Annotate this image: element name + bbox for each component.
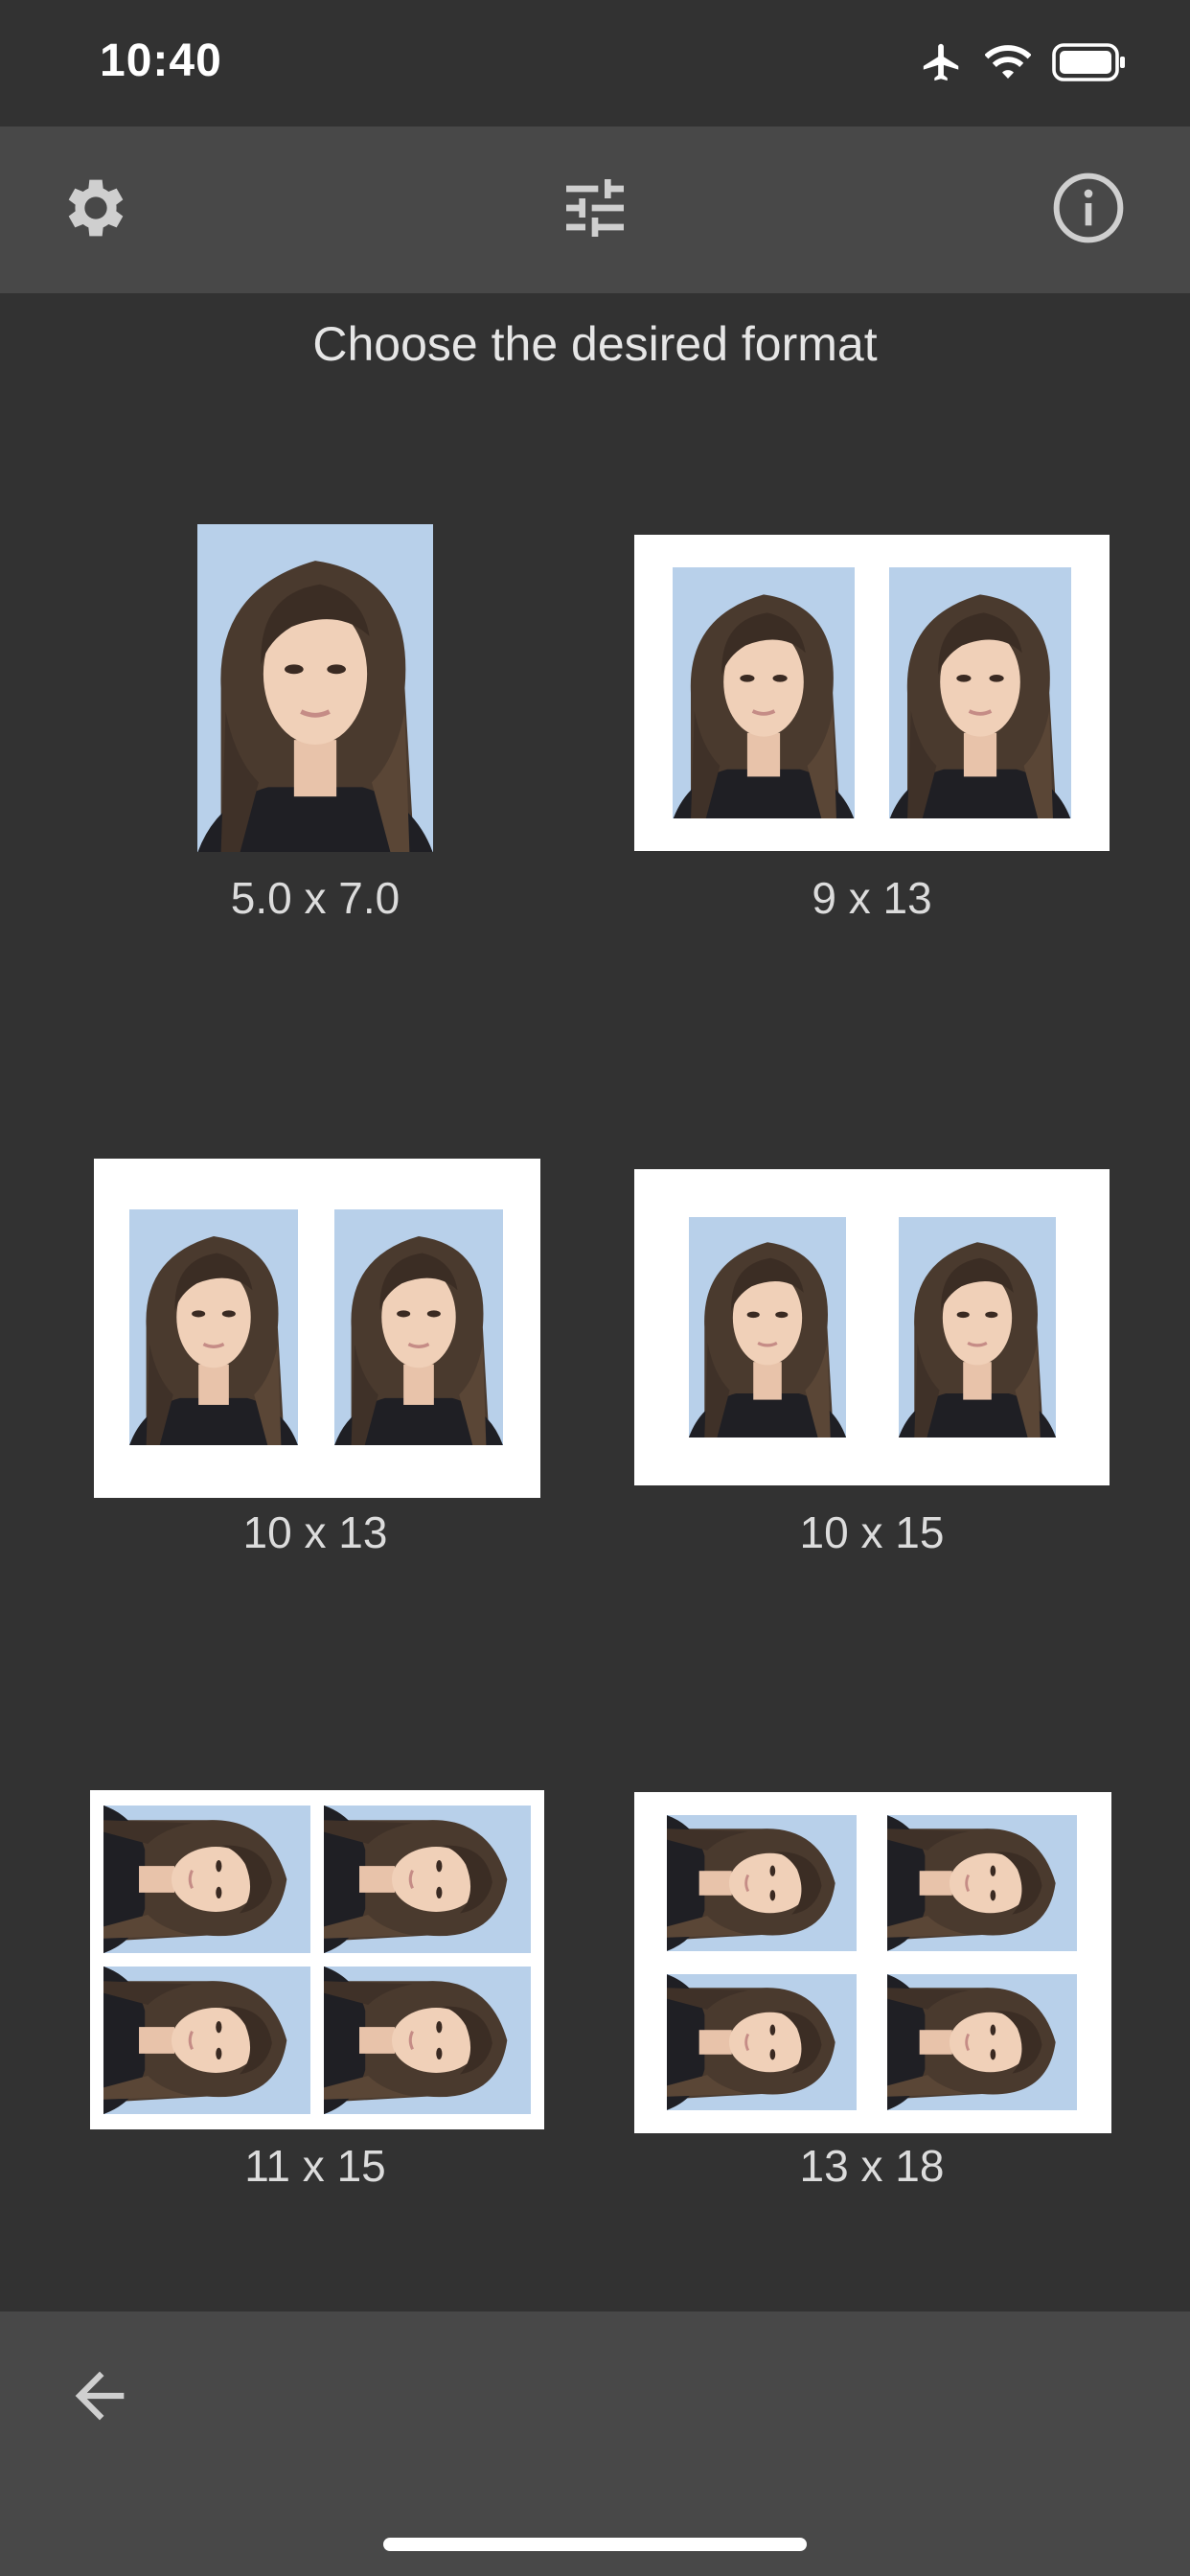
status-time: 10:40 <box>100 35 222 86</box>
format-label: 13 x 18 <box>799 2141 945 2191</box>
preview-photo <box>689 1217 846 1438</box>
gear-icon <box>57 170 134 251</box>
preview-photo <box>889 567 1071 818</box>
wifi-icon <box>984 43 1032 86</box>
adjustments-button[interactable] <box>547 162 643 258</box>
format-preview[interactable] <box>94 1159 540 1498</box>
battery-icon <box>1052 42 1127 86</box>
airplane-icon <box>920 40 964 89</box>
format-preview[interactable] <box>634 1792 1111 2133</box>
preview-photo <box>887 1815 1077 1951</box>
top-toolbar <box>0 126 1190 293</box>
format-label: 11 x 15 <box>244 2141 386 2191</box>
preview-photo <box>324 1966 531 2114</box>
preview-photo <box>667 1815 857 1951</box>
preview-photo <box>129 1209 298 1445</box>
format-label: 10 x 13 <box>242 1507 388 1557</box>
preview-photo <box>103 1966 310 2114</box>
preview-photo <box>887 1974 1077 2110</box>
bottom-toolbar <box>0 2312 1190 2576</box>
format-preview[interactable] <box>634 535 1110 851</box>
preview-photo <box>899 1217 1056 1438</box>
format-label: 10 x 15 <box>799 1507 945 1557</box>
home-indicator[interactable] <box>383 2538 807 2551</box>
status-icons <box>920 40 1127 88</box>
back-button[interactable] <box>52 2350 148 2446</box>
format-label: 9 x 13 <box>812 873 932 923</box>
preview-photo <box>103 1806 310 1953</box>
format-preview[interactable] <box>90 1790 544 2129</box>
status-bar: 10:40 <box>0 0 1190 126</box>
arrow-left-icon <box>63 2359 136 2437</box>
preview-photo <box>667 1974 857 2110</box>
sliders-icon <box>557 170 633 251</box>
format-preview[interactable] <box>634 1169 1110 1485</box>
format-label: 5.0 x 7.0 <box>230 873 400 923</box>
info-icon <box>1050 170 1127 251</box>
preview-photo <box>673 567 855 818</box>
page-title: Choose the desired format <box>312 317 878 371</box>
settings-button[interactable] <box>48 162 144 258</box>
info-button[interactable] <box>1041 162 1136 258</box>
preview-photo <box>334 1209 503 1445</box>
format-preview[interactable] <box>197 524 433 852</box>
preview-photo <box>324 1806 531 1953</box>
